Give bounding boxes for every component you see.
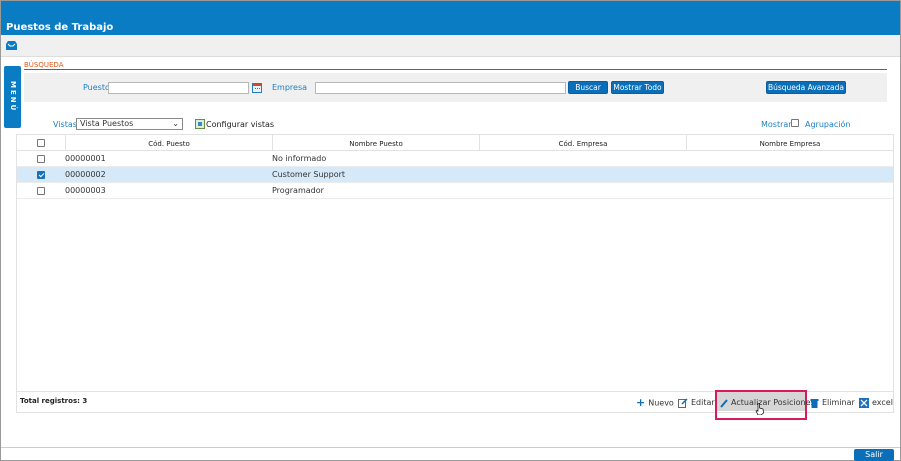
eliminar-button[interactable]: Eliminar — [810, 397, 855, 409]
excel-icon — [859, 397, 869, 408]
nuevo-label: Nuevo — [648, 398, 674, 408]
hand-cursor-icon — [755, 403, 764, 415]
table-row[interactable]: 00000003 Programador — [17, 183, 893, 199]
chevron-down-icon: ⌄ — [172, 119, 179, 128]
table-row[interactable]: 00000001 No informado — [17, 151, 893, 167]
calendar-icon[interactable] — [252, 83, 262, 93]
puesto-label: Puesto — [83, 83, 110, 92]
trash-icon — [810, 398, 819, 408]
actualizar-posiciones-button[interactable]: Actualizar Posiciones — [720, 397, 815, 409]
row-checkbox[interactable] — [37, 155, 45, 163]
column-header[interactable]: Cód. Puesto — [65, 135, 272, 151]
plus-icon: + — [636, 396, 646, 409]
excel-button[interactable]: excel — [859, 397, 893, 409]
grid-header: Cód. Puesto Nombre Puesto Cód. Empresa N… — [17, 135, 893, 151]
nuevo-button[interactable]: + Nuevo — [636, 397, 674, 409]
table-row[interactable]: 00000002 Customer Support — [17, 167, 893, 183]
total-registros: Total registros: 3 — [20, 397, 88, 405]
mostrar-todo-button[interactable]: Mostrar Todo — [611, 81, 664, 94]
row-checkbox[interactable] — [37, 187, 45, 195]
cod-puesto-cell: 00000002 — [65, 170, 106, 179]
empresa-input[interactable] — [315, 82, 566, 94]
nombre-puesto-cell: Customer Support — [272, 170, 346, 179]
eliminar-label: Eliminar — [822, 398, 855, 407]
puesto-input[interactable] — [108, 82, 249, 94]
search-divider — [24, 69, 887, 70]
agrupacion-label: Agrupación — [805, 120, 851, 129]
nombre-puesto-cell: Programador — [272, 186, 324, 195]
excel-label: excel — [872, 398, 893, 407]
column-header[interactable]: Cód. Empresa — [479, 135, 686, 151]
column-header[interactable]: Nombre Empresa — [686, 135, 893, 151]
mostrar-label: Mostrar: — [761, 120, 795, 129]
bottom-divider — [1, 447, 900, 448]
vistas-select[interactable]: Vista Puestos ⌄ — [76, 118, 183, 130]
nombre-puesto-cell: No informado — [272, 154, 327, 163]
vistas-selected: Vista Puestos — [80, 119, 134, 128]
busqueda-avanzada-button[interactable]: Búsqueda Avanzada — [766, 81, 846, 94]
actualizar-label: Actualizar Posiciones — [731, 398, 815, 407]
pencil-icon — [720, 398, 728, 408]
cod-puesto-cell: 00000003 — [65, 186, 106, 195]
search-section-label: BÚSQUEDA — [24, 61, 64, 69]
toolbar-strip — [1, 35, 900, 57]
column-header[interactable]: Nombre Puesto — [272, 135, 479, 151]
agrupacion-checkbox[interactable] — [791, 119, 799, 127]
window-title: Puestos de Trabajo — [6, 22, 114, 33]
menu-tab[interactable]: MENÚ — [4, 66, 21, 128]
salir-button[interactable]: Salir — [854, 449, 894, 461]
vistas-label: Vistas — [53, 120, 77, 129]
empresa-label: Empresa — [272, 83, 308, 92]
edit-icon — [678, 397, 688, 408]
configure-views-icon[interactable] — [195, 119, 205, 129]
editar-button[interactable]: Editar — [678, 397, 715, 409]
configurar-vistas-link[interactable]: Configurar vistas — [206, 120, 274, 129]
data-grid: Cód. Puesto Nombre Puesto Cód. Empresa N… — [16, 134, 894, 392]
editar-label: Editar — [691, 398, 715, 407]
cod-puesto-cell: 00000001 — [65, 154, 106, 163]
title-bar: Puestos de Trabajo — [1, 1, 900, 35]
select-all-checkbox[interactable] — [37, 139, 45, 147]
inbox-icon[interactable] — [5, 40, 18, 51]
row-checkbox[interactable] — [37, 171, 45, 179]
buscar-button[interactable]: Buscar — [568, 81, 608, 94]
